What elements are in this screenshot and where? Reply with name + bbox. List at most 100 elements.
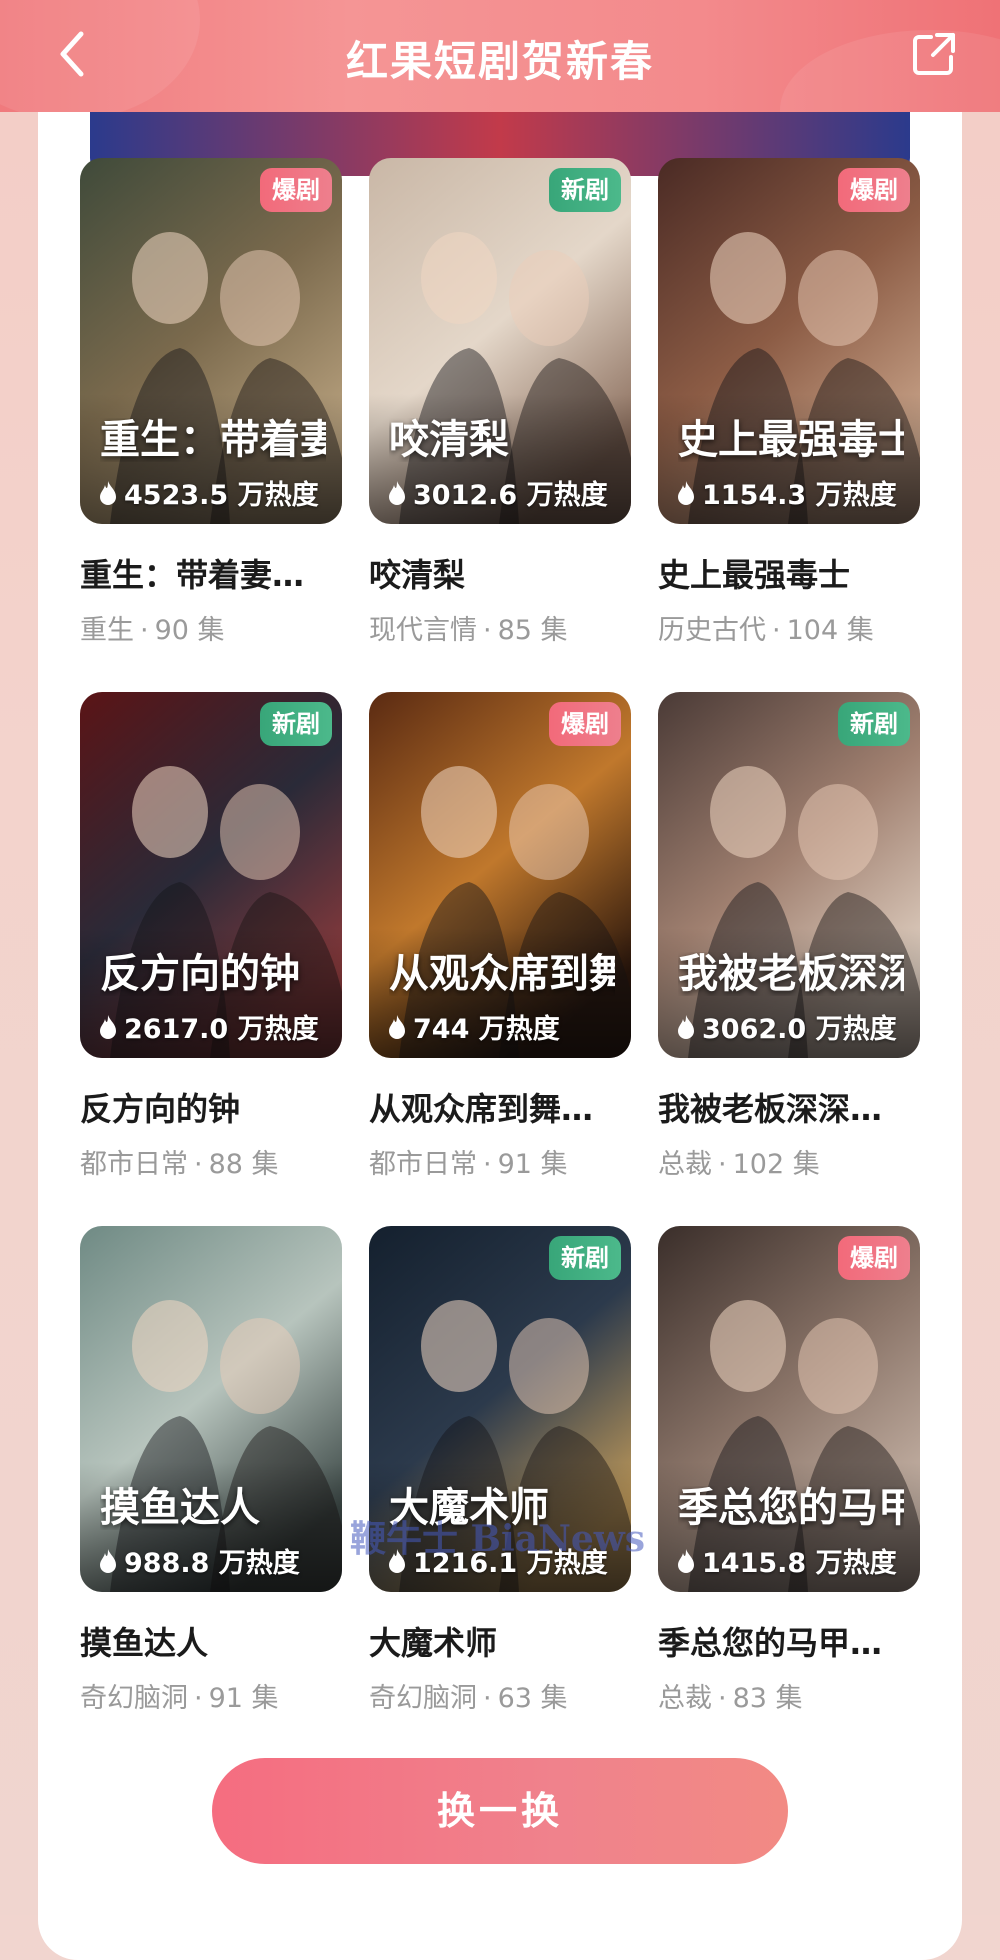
- poster-title-art: 重生：带着妻儿走向致富路: [100, 418, 326, 462]
- drama-title[interactable]: 我被老板深深…: [658, 1084, 920, 1130]
- drama-card[interactable]: 摸鱼达人 988.8 万热度 摸鱼达人 奇幻脑洞 · 91 集: [80, 1226, 342, 1760]
- drama-poster[interactable]: 爆剧季总您的马甲 1415.8 万热度: [658, 1226, 920, 1592]
- dot-separator: ·: [483, 615, 492, 646]
- drama-episodes: 88 集: [208, 1149, 279, 1180]
- flame-icon: [678, 480, 694, 505]
- drama-title[interactable]: 咬清梨: [369, 550, 631, 596]
- heat-indicator: 744 万热度: [387, 1007, 560, 1046]
- share-external-icon: [913, 33, 955, 75]
- drama-card[interactable]: 新剧 咬清梨 3012.6 万热度咬清梨现代言情 · 85 集: [369, 158, 631, 692]
- drama-episodes: 102 集: [732, 1149, 820, 1180]
- hot-badge: 爆剧: [838, 168, 910, 212]
- drama-title[interactable]: 从观众席到舞…: [369, 1084, 631, 1130]
- heat-value: 3012.6 万热度: [413, 480, 608, 511]
- flame-icon: [100, 1014, 116, 1039]
- drama-poster[interactable]: 爆剧从观众席到舞台 吓懵现场歌手 744 万热度: [369, 692, 631, 1058]
- dot-separator: ·: [718, 1149, 727, 1180]
- drama-genre: 都市日常: [369, 1149, 477, 1180]
- drama-meta: 现代言情 · 85 集: [369, 608, 631, 647]
- poster-title-art: 我被老板深深溺爱: [678, 952, 904, 996]
- refresh-button[interactable]: 换一换: [212, 1758, 788, 1864]
- drama-card[interactable]: 新剧 大魔术师 1216.1 万热度 大魔术师 奇幻脑洞 · 63 集: [369, 1226, 631, 1760]
- drama-genre: 重生: [80, 615, 134, 646]
- heat-indicator: 4523.5 万热度: [98, 473, 319, 512]
- heat-value: 2617.0 万热度: [124, 1014, 319, 1045]
- drama-card[interactable]: 爆剧 史上最强毒士 1154.3 万热度 史上最强毒士 历史古代 · 104 集: [658, 158, 920, 692]
- poster-title-art: 季总您的马甲: [678, 1486, 904, 1530]
- share-button[interactable]: [908, 28, 960, 80]
- drama-poster[interactable]: 爆剧史上最强毒士 1154.3 万热度: [658, 158, 920, 524]
- heat-value: 744 万热度: [413, 1014, 560, 1045]
- flame-icon: [678, 1548, 694, 1573]
- dot-separator: ·: [772, 615, 781, 646]
- new-badge: 新剧: [260, 702, 332, 746]
- drama-title[interactable]: 季总您的马甲…: [658, 1618, 920, 1664]
- drama-genre: 现代言情: [369, 615, 477, 646]
- hot-badge: 爆剧: [838, 1236, 910, 1280]
- top-bar: 红果短剧贺新春: [0, 0, 1000, 112]
- drama-title[interactable]: 大魔术师: [369, 1618, 631, 1664]
- drama-meta: 都市日常 · 91 集: [369, 1142, 631, 1181]
- dot-separator: ·: [483, 1683, 492, 1714]
- new-badge: 新剧: [549, 1236, 621, 1280]
- drama-meta: 历史古代 · 104 集: [658, 608, 920, 647]
- poster-title-art: 从观众席到舞台 吓懵现场歌手: [389, 952, 615, 996]
- drama-genre: 总裁: [658, 1149, 712, 1180]
- drama-meta: 都市日常 · 88 集: [80, 1142, 342, 1181]
- flame-icon: [389, 1014, 405, 1039]
- heat-indicator: 2617.0 万热度: [98, 1007, 319, 1046]
- drama-meta: 奇幻脑洞 · 91 集: [80, 1676, 342, 1715]
- drama-poster[interactable]: 新剧我被老板深深溺爱 3062.0 万热度: [658, 692, 920, 1058]
- heat-indicator: 1154.3 万热度: [676, 473, 897, 512]
- heat-indicator: 3062.0 万热度: [676, 1007, 897, 1046]
- drama-episodes: 85 集: [497, 615, 568, 646]
- page-title: 红果短剧贺新春: [345, 37, 654, 86]
- drama-card[interactable]: 爆剧从观众席到舞台 吓懵现场歌手 744 万热度从观众席到舞… 都市日常·91 集: [369, 692, 631, 1226]
- drama-meta: 总裁 · 83 集: [658, 1676, 920, 1715]
- watermark: 鞭牛士 BiaNews: [350, 1518, 646, 1560]
- drama-episodes: 63 集: [497, 1683, 568, 1714]
- drama-card[interactable]: 爆剧季总您的马甲 1415.8 万热度季总您的马甲… 总裁 · 83 集: [658, 1226, 920, 1760]
- drama-title[interactable]: 反方向的钟: [80, 1084, 342, 1130]
- heat-indicator: 988.8 万热度: [98, 1541, 300, 1580]
- drama-episodes: 90 集: [154, 615, 225, 646]
- dot-separator: ·: [483, 1149, 492, 1180]
- dot-separator: ·: [718, 1683, 727, 1714]
- drama-genre: 奇幻脑洞: [80, 1683, 188, 1714]
- drama-title[interactable]: 摸鱼达人: [80, 1618, 342, 1664]
- dot-separator: ·: [140, 615, 149, 646]
- dot-separator: ·: [194, 1683, 203, 1714]
- drama-title[interactable]: 史上最强毒士: [658, 550, 920, 596]
- heat-value: 1154.3 万热度: [702, 480, 897, 511]
- drama-poster[interactable]: 新剧 咬清梨 3012.6 万热度: [369, 158, 631, 524]
- hot-badge: 爆剧: [549, 702, 621, 746]
- dot-separator: ·: [194, 1149, 203, 1180]
- drama-genre: 奇幻脑洞: [369, 1683, 477, 1714]
- drama-episodes: 91 集: [208, 1683, 279, 1714]
- drama-poster[interactable]: 摸鱼达人 988.8 万热度: [80, 1226, 342, 1592]
- new-badge: 新剧: [838, 702, 910, 746]
- drama-episodes: 83 集: [732, 1683, 803, 1714]
- drama-genre: 总裁: [658, 1683, 712, 1714]
- flame-icon: [678, 1014, 694, 1039]
- drama-poster[interactable]: 爆剧重生：带着妻儿走向致富路 4523.5 万热度: [80, 158, 342, 524]
- drama-meta: 总裁 · 102 集: [658, 1142, 920, 1181]
- drama-card[interactable]: 新剧我被老板深深溺爱 3062.0 万热度我被老板深深… 总裁·102 集: [658, 692, 920, 1226]
- drama-card[interactable]: 爆剧重生：带着妻儿走向致富路 4523.5 万热度重生：带着妻… 重生·90 集: [80, 158, 342, 692]
- poster-title-art: 摸鱼达人: [100, 1486, 260, 1530]
- poster-title-art: 史上最强毒士: [678, 418, 904, 462]
- drama-episodes: 91 集: [497, 1149, 568, 1180]
- heat-value: 3062.0 万热度: [702, 1014, 897, 1045]
- heat-value: 988.8 万热度: [124, 1548, 300, 1579]
- drama-meta: 重生 · 90 集: [80, 608, 342, 647]
- drama-genre: 都市日常: [80, 1149, 188, 1180]
- hot-badge: 爆剧: [260, 168, 332, 212]
- flame-icon: [100, 1548, 116, 1573]
- drama-poster[interactable]: 新剧反方向的钟 2617.0 万热度: [80, 692, 342, 1058]
- drama-episodes: 104 集: [786, 615, 874, 646]
- poster-title-art: 反方向的钟: [100, 952, 300, 996]
- drama-title[interactable]: 重生：带着妻…: [80, 550, 342, 596]
- heat-indicator: 1415.8 万热度: [676, 1541, 897, 1580]
- drama-card[interactable]: 新剧 反方向的钟 2617.0 万热度 反方向的钟 都市日常 · 88 集: [80, 692, 342, 1226]
- heat-indicator: 3012.6 万热度: [387, 473, 608, 512]
